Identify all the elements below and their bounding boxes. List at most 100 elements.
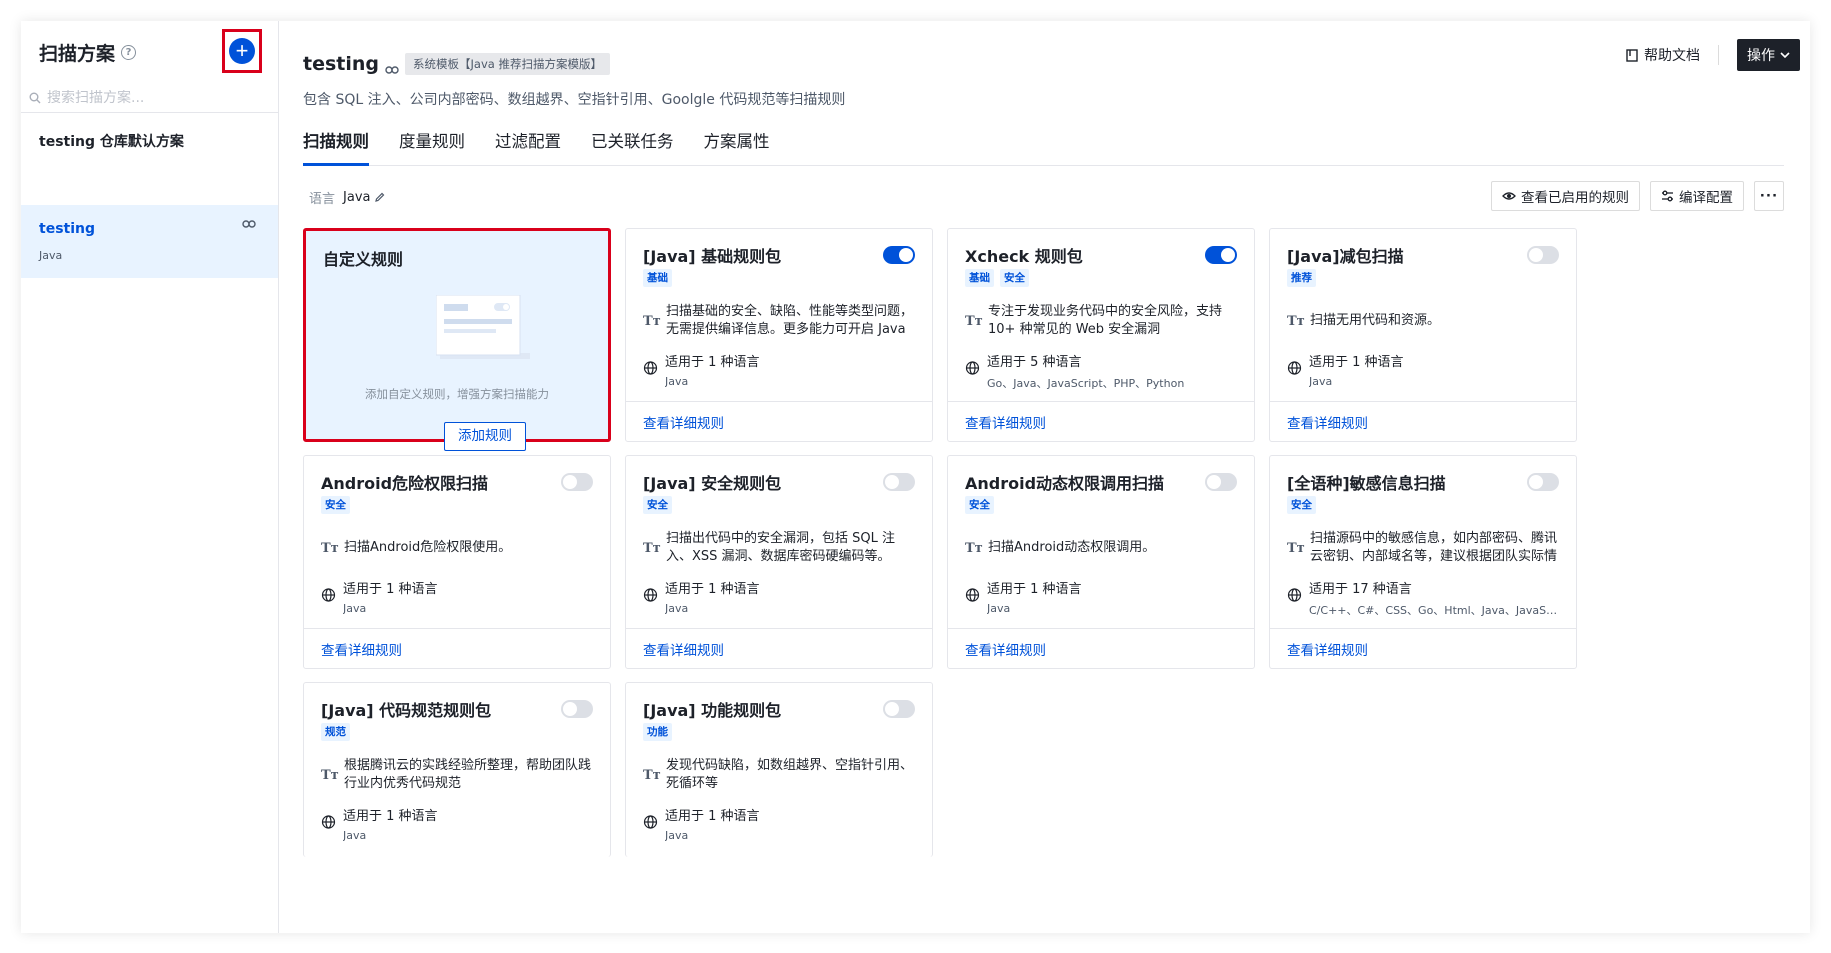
search-input[interactable] (47, 89, 247, 106)
enable-toggle[interactable] (883, 246, 915, 264)
category-tag: 安全 (965, 496, 994, 514)
rule-package-card: [Java] 安全规则包 安全 Tт 扫描出代码中的安全漏洞，包括 SQL 注入、… (625, 455, 933, 669)
card-header: 自定义规则 (306, 231, 608, 269)
category-tag: 安全 (1287, 496, 1316, 514)
sidebar-item-sub: Java (39, 249, 63, 262)
language-count: 适用于 17 种语言 (1309, 582, 1412, 597)
language-label: 语言 (309, 191, 336, 207)
card-description: 扫描Android危险权限使用。 (344, 540, 512, 555)
view-detail-rules-link[interactable]: 查看详细规则 (643, 412, 724, 432)
scheme-description: 包含 SQL 注入、公司内部密码、数组越界、空指针引用、Goolgle 代码规范… (303, 92, 846, 108)
card-description: 扫描无用代码和资源。 (1310, 313, 1441, 328)
tab-scan-rules[interactable]: 扫描规则 (303, 126, 369, 166)
template-tag: 系统模板【Java 推荐扫描方案模版】 (405, 53, 610, 75)
text-icon: Tт (321, 767, 339, 783)
globe-icon (643, 588, 658, 602)
tab-filter-config[interactable]: 过滤配置 (495, 126, 561, 165)
help-doc-link[interactable]: 帮助文档 (1626, 45, 1700, 65)
card-description: 扫描出代码中的安全漏洞，包括 SQL 注入、XSS 漏洞、数据库密码硬编码等。 (666, 531, 895, 564)
text-icon: Tт (643, 313, 661, 329)
language-list: Java (343, 602, 367, 615)
empty-illustration-icon (436, 295, 530, 359)
enable-toggle[interactable] (883, 700, 915, 718)
link-icon (242, 220, 256, 228)
view-enabled-rules-button[interactable]: 查看已启用的规则 (1491, 181, 1640, 211)
rule-package-grid: 自定义规则 添加自定义规则，增强方案扫描能力 添加规则 [Java] 基础规则包… (303, 228, 1784, 857)
globe-icon (643, 361, 658, 375)
text-icon: Tт (321, 540, 339, 556)
card-description: 专注于发现业务代码中的安全风险，支持 10+ 种常见的 Web 安全漏洞 (988, 304, 1223, 337)
text-icon: Tт (1287, 540, 1305, 556)
card-title: [Java] 基础规则包 (643, 247, 782, 266)
main-content: testing 系统模板【Java 推荐扫描方案模版】 帮助文档 操作 包含 S… (279, 21, 1810, 933)
tab-linked-tasks[interactable]: 已关联任务 (591, 126, 674, 165)
language-count: 适用于 1 种语言 (343, 582, 438, 597)
sliders-icon (1662, 190, 1673, 202)
enable-toggle[interactable] (561, 700, 593, 718)
view-detail-rules-link[interactable]: 查看详细规则 (965, 412, 1046, 432)
language-count: 适用于 5 种语言 (987, 355, 1082, 370)
operate-button[interactable]: 操作 (1737, 39, 1800, 71)
sidebar-item-testing[interactable]: testing Java (21, 205, 278, 278)
add-scheme-button[interactable]: + (229, 38, 255, 64)
language-list: C/C++、C#、CSS、Go、Html、Java、JavaScript... (1309, 604, 1559, 617)
pencil-icon[interactable] (374, 192, 385, 203)
rule-package-card: [Java] 功能规则包 功能 Tт 发现代码缺陷，如数组越界、空指针引用、死循环… (625, 682, 933, 857)
sidebar-header: 扫描方案 ? + (21, 21, 278, 83)
page-header: testing 系统模板【Java 推荐扫描方案模版】 (303, 21, 1784, 79)
view-detail-rules-link[interactable]: 查看详细规则 (1287, 412, 1368, 432)
header-actions: 帮助文档 操作 (1626, 39, 1800, 71)
globe-icon (321, 815, 336, 829)
enable-toggle[interactable] (561, 473, 593, 491)
enable-toggle[interactable] (1205, 473, 1237, 491)
chevron-down-icon (1780, 52, 1790, 58)
enable-toggle[interactable] (883, 473, 915, 491)
globe-icon (965, 361, 980, 375)
language-count: 适用于 1 种语言 (665, 355, 760, 370)
text-icon: Tт (965, 540, 983, 556)
view-detail-rules-link[interactable]: 查看详细规则 (965, 639, 1046, 659)
rule-package-card: [全语种]敏感信息扫描 安全 Tт 扫描源码中的敏感信息，如内部密码、腾讯云密钥、… (1269, 455, 1577, 669)
category-tag: 基础 (643, 269, 672, 287)
text-icon: Tт (643, 540, 661, 556)
card-description: 扫描源码中的敏感信息，如内部密码、腾讯云密钥、内部域名等，建议根据团队实际情况.… (1310, 531, 1558, 564)
language-count: 适用于 1 种语言 (665, 809, 760, 824)
rule-package-card: [Java] 代码规范规则包 规范 Tт 根据腾讯云的实践经验所整理，帮助团队践行… (303, 682, 611, 857)
card-title: [Java]减包扫描 (1287, 247, 1404, 266)
card-description: 扫描Android动态权限调用。 (988, 540, 1156, 555)
sidebar-item-default-scheme[interactable]: testing 仓库默认方案 (21, 113, 278, 205)
language-list: Java (665, 375, 689, 388)
category-tag: 规范 (321, 723, 350, 741)
card-title: Android动态权限调用扫描 (965, 474, 1165, 493)
add-rule-button[interactable]: 添加规则 (444, 422, 526, 451)
language-count: 适用于 1 种语言 (665, 582, 760, 597)
view-detail-rules-link[interactable]: 查看详细规则 (321, 639, 402, 659)
language-list: Java (1309, 375, 1333, 388)
sidebar-item-label: testing (39, 221, 95, 237)
help-icon[interactable]: ? (121, 44, 137, 60)
globe-icon (321, 588, 336, 602)
custom-rules-hint: 添加自定义规则，增强方案扫描能力 (365, 387, 549, 401)
book-icon (1626, 48, 1638, 62)
enable-toggle[interactable] (1527, 246, 1559, 264)
rule-package-card: Xcheck 规则包 基础 安全 Tт 专注于发现业务代码中的安全风险，支持 10+… (947, 228, 1255, 442)
card-title: [Java] 功能规则包 (643, 701, 782, 720)
rule-package-card: Android危险权限扫描 安全 Tт 扫描Android危险权限使用。 适用于 … (303, 455, 611, 669)
rules-toolbar: 语言 Java 查看已启用的规则 编译配置 ··· (303, 166, 1784, 228)
sidebar-search (21, 83, 278, 113)
enable-toggle[interactable] (1205, 246, 1237, 264)
page-title: testing (303, 53, 379, 75)
enable-toggle[interactable] (1527, 473, 1559, 491)
card-title: [Java] 代码规范规则包 (321, 701, 492, 720)
sidebar-title: 扫描方案 (39, 42, 116, 65)
view-detail-rules-link[interactable]: 查看详细规则 (1287, 639, 1368, 659)
tab-metric-rules[interactable]: 度量规则 (399, 126, 465, 165)
link-icon[interactable] (385, 65, 399, 75)
language-list: Java (665, 602, 689, 615)
compile-config-button[interactable]: 编译配置 (1650, 181, 1744, 211)
tab-scheme-properties[interactable]: 方案属性 (704, 126, 770, 165)
view-detail-rules-link[interactable]: 查看详细规则 (643, 639, 724, 659)
language-count: 适用于 1 种语言 (987, 582, 1082, 597)
more-button[interactable]: ··· (1754, 181, 1784, 211)
globe-icon (965, 588, 980, 602)
